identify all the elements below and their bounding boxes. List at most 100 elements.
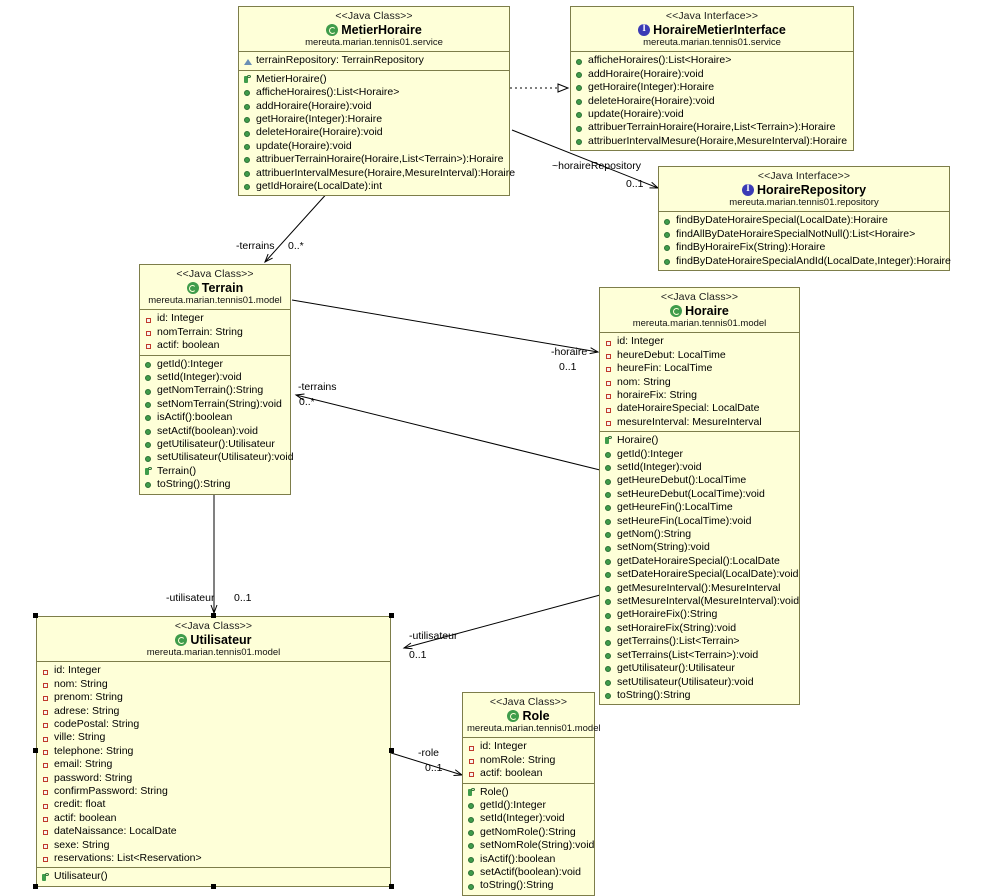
public-method-icon xyxy=(144,453,155,464)
class-box-horaire[interactable]: <<Java Class>> Horaire mereuta.marian.te… xyxy=(599,287,800,706)
method-row: getIdHoraire(LocalDate):int xyxy=(239,180,509,193)
method-row: attribuerTerrainHoraire(Horaire,List<Ter… xyxy=(239,153,509,166)
diagram-canvas: <<Java Class>> MetierHoraire mereuta.mar… xyxy=(0,0,1005,896)
method-label: addHoraire(Horaire):void xyxy=(588,67,704,80)
private-attribute-icon xyxy=(41,666,52,677)
public-method-icon xyxy=(604,596,615,607)
method-row: toString():String xyxy=(140,478,290,491)
public-method-icon xyxy=(604,516,615,527)
interface-box-horairemetierinterface[interactable]: <<Java Interface>> HoraireMetierInterfac… xyxy=(570,6,854,152)
method-label: getHeureFin():LocalTime xyxy=(617,501,733,514)
selection-handle-e[interactable] xyxy=(389,748,394,753)
class-box-role[interactable]: <<Java Class>> Role mereuta.marian.tenni… xyxy=(462,692,601,896)
class-box-metierhoraire[interactable]: <<Java Class>> MetierHoraire mereuta.mar… xyxy=(238,6,515,197)
public-method-icon xyxy=(604,449,615,460)
method-label: findAllByDateHoraireSpecialNotNull():Lis… xyxy=(676,227,916,240)
method-label: getIdHoraire(LocalDate):int xyxy=(256,180,383,193)
private-attribute-icon xyxy=(604,337,615,348)
attribute-row: dateNaissance: LocalDate xyxy=(37,825,390,838)
method-label: toString():String xyxy=(617,688,691,701)
selection-handle-sw[interactable] xyxy=(33,884,38,889)
method-row: MetierHoraire() xyxy=(239,73,509,86)
edge-label-terrains2-multiplicity: 0..* xyxy=(299,396,315,408)
package-attribute-icon xyxy=(243,56,254,67)
attribute-row: id: Integer xyxy=(600,335,799,348)
attribute-row: ville: String xyxy=(37,731,390,744)
attribute-label: nom: String xyxy=(617,375,671,388)
class-stereotype: <<Java Class>> xyxy=(176,268,254,280)
selection-handle-nw[interactable] xyxy=(33,613,38,618)
edge-label-utilisateur-horaire-multiplicity: 0..1 xyxy=(409,649,427,661)
attribute-label: nomTerrain: String xyxy=(157,325,243,338)
attribute-row: confirmPassword: String xyxy=(37,785,390,798)
public-method-icon xyxy=(575,82,586,93)
method-label: afficheHoraires():List<Horaire> xyxy=(588,54,732,67)
attribute-row: reservations: List<Reservation> xyxy=(37,852,390,865)
selection-handle-se[interactable] xyxy=(389,884,394,889)
method-row: Horaire() xyxy=(600,434,799,447)
interface-box-horairerepository[interactable]: <<Java Interface>> HoraireRepository mer… xyxy=(658,166,951,271)
method-row: deleteHoraire(Horaire):void xyxy=(239,126,509,139)
method-row: setId(Integer):void xyxy=(140,371,290,384)
attribute-row: actif: boolean xyxy=(37,812,390,825)
edge-label-horaire-role: -horaire xyxy=(551,346,588,358)
method-label: setHeureDebut(LocalTime):void xyxy=(617,487,765,500)
private-attribute-icon xyxy=(41,692,52,703)
selection-handle-ne[interactable] xyxy=(389,613,394,618)
attribute-label: reservations: List<Reservation> xyxy=(54,852,202,865)
method-label: getNomRole():String xyxy=(480,825,576,838)
method-label: Role() xyxy=(480,785,509,798)
edge-label-horaire-multiplicity: 0..1 xyxy=(559,361,577,373)
method-row: toString():String xyxy=(463,879,594,892)
attribute-row: horaireFix: String xyxy=(600,389,799,402)
class-title: Horaire xyxy=(604,304,795,318)
method-row: afficheHoraires():List<Horaire> xyxy=(239,86,509,99)
method-row: Role() xyxy=(463,786,594,799)
private-attribute-icon xyxy=(41,826,52,837)
method-label: getId():Integer xyxy=(617,447,683,460)
attribute-label: heureDebut: LocalTime xyxy=(617,348,726,361)
method-row: deleteHoraire(Horaire):void xyxy=(571,95,853,108)
private-attribute-icon xyxy=(604,390,615,401)
constructor-icon xyxy=(243,74,254,85)
private-attribute-icon xyxy=(604,404,615,415)
attribute-row: telephone: String xyxy=(37,745,390,758)
class-box-terrain[interactable]: <<Java Class>> Terrain mereuta.marian.te… xyxy=(139,264,294,495)
edge-label-terrains2-role: -terrains xyxy=(298,381,337,393)
method-label: setHeureFin(LocalTime):void xyxy=(617,514,752,527)
methods-compartment: afficheHoraires():List<Horaire> addHorai… xyxy=(571,51,853,150)
public-method-icon xyxy=(467,840,478,851)
method-row: setNomTerrain(String):void xyxy=(140,398,290,411)
method-row: Terrain() xyxy=(140,465,290,478)
class-stereotype: <<Java Class>> xyxy=(174,620,253,632)
public-method-icon xyxy=(467,800,478,811)
public-method-icon xyxy=(604,663,615,674)
method-label: update(Horaire):void xyxy=(256,139,352,152)
attribute-row: actif: boolean xyxy=(463,767,594,780)
method-label: setActif(boolean):void xyxy=(157,424,258,437)
class-icon xyxy=(186,282,199,295)
class-box-utilisateur[interactable]: <<Java Class>> Utilisateur mereuta.maria… xyxy=(36,616,391,887)
public-method-icon xyxy=(243,181,254,192)
method-label: findByHoraireFix(String):Horaire xyxy=(676,241,826,254)
method-label: setUtilisateur(Utilisateur):void xyxy=(617,675,754,688)
public-method-icon xyxy=(243,141,254,152)
method-row: attribuerIntervalMesure(Horaire,MesureIn… xyxy=(239,167,515,180)
private-attribute-icon xyxy=(41,800,52,811)
method-row: findByHoraireFix(String):Horaire xyxy=(659,241,949,254)
attribute-row: nom: String xyxy=(600,376,799,389)
attribute-row: email: String xyxy=(37,758,390,771)
method-label: setNomRole(String):void xyxy=(480,839,595,852)
selection-handle-n[interactable] xyxy=(211,613,216,618)
private-attribute-icon xyxy=(467,742,478,753)
public-method-icon xyxy=(243,87,254,98)
public-method-icon xyxy=(604,489,615,500)
constructor-icon xyxy=(467,787,478,798)
method-label: getId():Integer xyxy=(157,357,223,370)
selection-handle-s[interactable] xyxy=(211,884,216,889)
attribute-label: id: Integer xyxy=(480,740,527,753)
attribute-label: ville: String xyxy=(54,731,106,744)
selection-handle-w[interactable] xyxy=(33,748,38,753)
class-title-text: Role xyxy=(522,709,550,724)
interface-title-text: HoraireRepository xyxy=(756,183,867,198)
